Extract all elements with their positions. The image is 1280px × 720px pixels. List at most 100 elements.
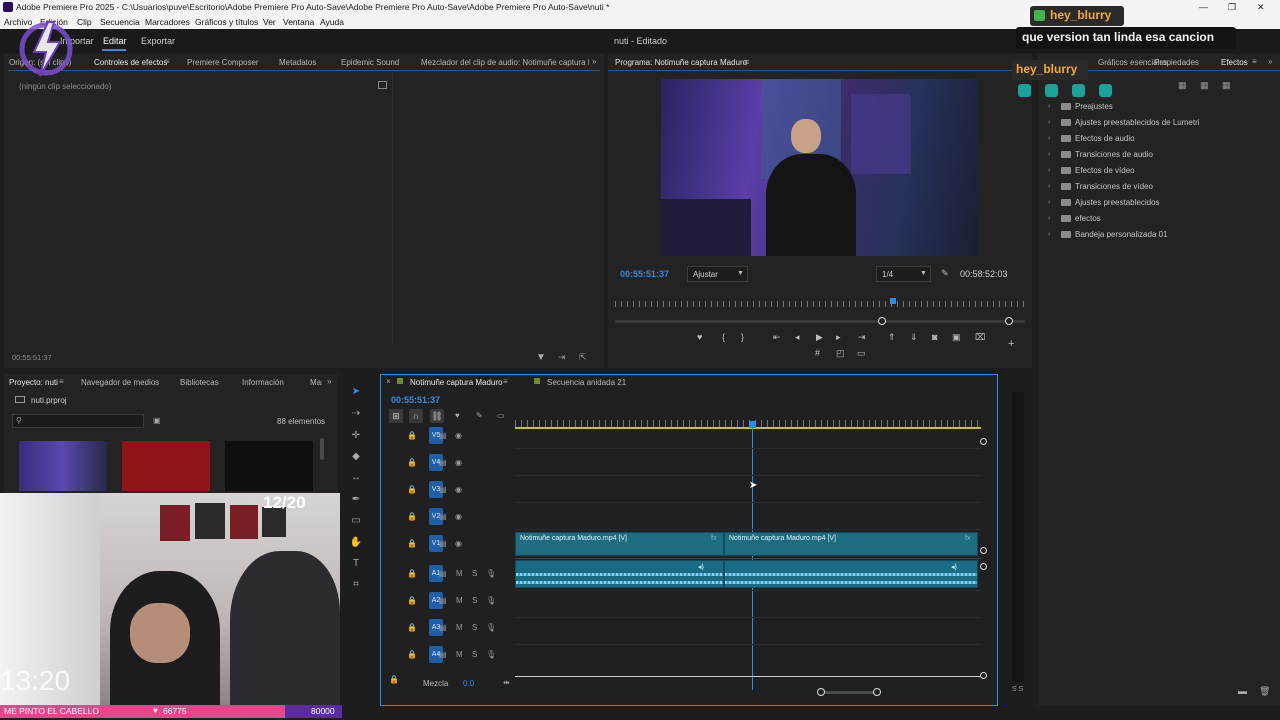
tab-propiedades[interactable]: Propiedades <box>1154 58 1199 67</box>
tab-controles-efectos[interactable]: Controles de efectos <box>94 58 167 67</box>
export-frame-icon[interactable]: ▭ <box>857 348 866 359</box>
tab-epidemic-sound[interactable]: Epidemic Sound <box>341 58 399 67</box>
caption-tool-icon[interactable]: ⌗ <box>349 578 363 592</box>
nest-toggle-icon[interactable]: ⊞ <box>389 409 403 423</box>
tab-premiere-composer[interactable]: Premiere Composer <box>187 58 259 67</box>
vertical-zoom-handle[interactable] <box>980 563 987 570</box>
sync-lock-icon[interactable]: ▤ <box>439 539 447 548</box>
project-thumbnail-2[interactable] <box>122 441 210 491</box>
filter-icon[interactable]: ▼ <box>536 352 546 363</box>
tab-sequence-main[interactable]: Notimuñe captura Maduro <box>410 378 503 387</box>
mark-in-icon[interactable]: { <box>722 332 725 342</box>
linked-selection-icon[interactable]: ⛓ <box>430 409 444 423</box>
panel-menu-icon[interactable]: ≡ <box>165 57 170 66</box>
sync-lock-icon[interactable]: ▤ <box>439 485 447 494</box>
fit-select[interactable]: Ajustar ▼ <box>687 266 748 282</box>
lock-icon[interactable]: 🔒 <box>407 569 417 578</box>
more-tabs-icon[interactable]: » <box>327 377 331 386</box>
comparison-view-icon[interactable]: ▣ <box>952 332 961 343</box>
program-monitor-title[interactable]: Programa: Notimuñe captura Maduro <box>615 58 747 67</box>
mark-out-icon[interactable]: } <box>741 332 744 342</box>
sync-lock-icon[interactable]: ▤ <box>439 569 447 578</box>
menu-ventana[interactable]: Ventana <box>283 15 314 29</box>
zoom-handle-left[interactable] <box>878 317 886 325</box>
project-scrollbar[interactable] <box>320 438 324 460</box>
panel-toggle-icon[interactable] <box>378 81 387 89</box>
menu-secuencia[interactable]: Secuencia <box>100 15 140 29</box>
tab-secuencia-anidada[interactable]: Secuencia anidada 21 <box>547 378 626 387</box>
lock-icon[interactable]: 🔒 <box>407 431 417 440</box>
mute-button[interactable]: M <box>456 569 463 578</box>
audio-clip-2[interactable]: ◂) <box>724 560 978 588</box>
program-zoom-bar[interactable] <box>615 320 1025 323</box>
timeline-horizontal-scrollbar[interactable] <box>822 691 878 694</box>
scroll-handle-right[interactable] <box>873 688 881 696</box>
eye-icon[interactable]: ◉ <box>455 539 462 548</box>
lock-icon[interactable]: 🔒 <box>407 596 417 605</box>
hand-tool-icon[interactable]: ✋ <box>349 536 363 550</box>
extract-icon[interactable]: ⇓ <box>910 332 918 343</box>
tab-marcadores[interactable]: Marcadores <box>310 378 322 387</box>
lock-icon[interactable]: 🔒 <box>407 458 417 467</box>
go-to-in-icon[interactable]: ⇤ <box>773 332 781 343</box>
mic-icon[interactable]: 🎙 <box>486 596 496 605</box>
video-clip-1[interactable]: Notimuñe captura Maduro.mp4 [V] fx <box>515 532 724 556</box>
audio-clip-1[interactable]: ◂) <box>515 560 724 588</box>
workspace-tab-editar[interactable]: Editar <box>103 36 127 46</box>
more-tabs-icon[interactable]: » <box>592 57 596 66</box>
new-search-bin-icon[interactable]: ▣ <box>153 416 161 425</box>
menu-ayuda[interactable]: Ayuda <box>320 15 344 29</box>
solo-button[interactable]: S <box>472 569 477 578</box>
eye-icon[interactable]: ◉ <box>455 458 462 467</box>
lift-icon[interactable]: ⇑ <box>888 332 896 343</box>
eye-icon[interactable]: ◉ <box>455 431 462 440</box>
lock-icon[interactable]: 🔒 <box>407 512 417 521</box>
panel-menu-icon[interactable]: ≡ <box>503 377 508 386</box>
captions-icon[interactable]: ▭ <box>497 411 505 420</box>
add-button-icon[interactable]: + <box>1008 338 1014 350</box>
sync-lock-icon[interactable]: ▤ <box>439 650 447 659</box>
program-current-timecode[interactable]: 00:55:51:37 <box>620 269 669 279</box>
timeline-settings-icon[interactable]: ✎ <box>476 411 483 420</box>
project-search-input[interactable]: ⚲ <box>12 414 144 428</box>
play-icon[interactable]: ▶ <box>816 332 823 343</box>
eye-icon[interactable]: ◉ <box>455 485 462 494</box>
sync-lock-icon[interactable]: ▤ <box>439 623 447 632</box>
program-menu-icon[interactable]: ≡ <box>744 57 749 67</box>
sync-lock-icon[interactable]: ▤ <box>439 458 447 467</box>
vertical-zoom-handle[interactable] <box>980 438 987 445</box>
rectangle-tool-icon[interactable]: ▭ <box>349 514 363 528</box>
new-bin-icon[interactable]: ▦ <box>1178 80 1187 91</box>
lock-icon[interactable]: 🔒 <box>407 485 417 494</box>
close-tab-icon[interactable]: × <box>386 377 391 386</box>
menu-marcadores[interactable]: Marcadores <box>145 15 190 29</box>
overlay-icon[interactable]: ◰ <box>836 348 845 359</box>
razor-tool-icon[interactable]: ◆ <box>349 450 363 464</box>
add-marker-icon[interactable]: ♥ <box>455 411 460 420</box>
pen-tool-icon[interactable]: ✒ <box>349 493 363 507</box>
tab-mezclador-audio[interactable]: Mezclador del clip de audio: Notimuñe ca… <box>421 58 589 67</box>
tab-navegador-medios[interactable]: Navegador de medios <box>81 378 159 387</box>
mute-button[interactable]: M <box>456 623 463 632</box>
step-back-icon[interactable]: ◂ <box>795 332 800 343</box>
lock-icon[interactable]: 🔒 <box>407 539 417 548</box>
sync-lock-icon[interactable]: ▤ <box>439 431 447 440</box>
accelerated-effects-icon[interactable]: ▦ <box>1200 80 1209 91</box>
timeline-timecode[interactable]: 00:55:51:37 <box>391 395 440 405</box>
ripple-edit-tool-icon[interactable]: ✛ <box>349 429 363 443</box>
panel-menu-icon[interactable]: ≡ <box>1252 57 1257 66</box>
trim-icon[interactable]: ⌧ <box>975 332 985 343</box>
trash-icon[interactable]: 🗑 <box>1259 686 1270 697</box>
program-time-ruler[interactable] <box>615 301 1025 307</box>
project-thumbnail-3[interactable] <box>225 441 313 491</box>
vertical-zoom-handle[interactable] <box>980 672 987 679</box>
tab-proyecto[interactable]: Proyecto: nuti <box>9 378 58 387</box>
marker-icon[interactable]: ♥ <box>697 332 702 342</box>
program-playhead[interactable] <box>890 298 896 304</box>
tab-informacion[interactable]: Información <box>242 378 284 387</box>
camera-icon[interactable]: ◙ <box>932 332 937 342</box>
vertical-zoom-handle[interactable] <box>980 547 987 554</box>
eye-icon[interactable]: ◉ <box>455 512 462 521</box>
mix-pan-icon[interactable]: ⇹ <box>503 678 510 687</box>
lock-icon[interactable]: 🔒 <box>407 650 417 659</box>
